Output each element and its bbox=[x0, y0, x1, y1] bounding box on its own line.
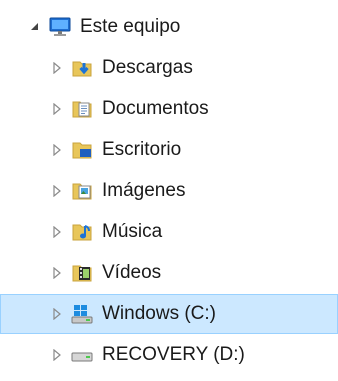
tree-item-recovery-d[interactable]: RECOVERY (D:) bbox=[0, 335, 338, 375]
tree-item-escritorio[interactable]: Escritorio bbox=[0, 130, 338, 170]
collapsed-arrow-icon[interactable] bbox=[50, 266, 64, 280]
tree-item-videos[interactable]: Vídeos bbox=[0, 253, 338, 293]
collapsed-arrow-icon[interactable] bbox=[50, 225, 64, 239]
collapsed-arrow-icon[interactable] bbox=[50, 348, 64, 362]
tree-item-windows-c[interactable]: Windows (C:) bbox=[0, 294, 338, 334]
tree-item-label: Imágenes bbox=[102, 180, 186, 201]
pictures-folder-icon bbox=[70, 179, 94, 203]
collapsed-arrow-icon[interactable] bbox=[50, 307, 64, 321]
desktop-folder-icon bbox=[70, 138, 94, 162]
tree-item-musica[interactable]: Música bbox=[0, 212, 338, 252]
videos-folder-icon bbox=[70, 261, 94, 285]
tree-item-imagenes[interactable]: Imágenes bbox=[0, 171, 338, 211]
collapsed-arrow-icon[interactable] bbox=[50, 143, 64, 157]
tree-item-label: Documentos bbox=[102, 98, 209, 119]
tree-item-label: Vídeos bbox=[102, 262, 162, 283]
collapsed-arrow-icon[interactable] bbox=[50, 184, 64, 198]
tree-item-label: Windows (C:) bbox=[102, 303, 217, 324]
downloads-folder-icon bbox=[70, 56, 94, 80]
collapsed-arrow-icon[interactable] bbox=[50, 102, 64, 116]
drive-icon bbox=[70, 343, 94, 367]
tree-item-descargas[interactable]: Descargas bbox=[0, 48, 338, 88]
system-drive-icon bbox=[70, 302, 94, 326]
tree-item-label: Descargas bbox=[102, 57, 193, 78]
tree-item-documentos[interactable]: Documentos bbox=[0, 89, 338, 129]
tree-item-label: RECOVERY (D:) bbox=[102, 344, 245, 365]
tree-item-label: Música bbox=[102, 221, 163, 242]
documents-folder-icon bbox=[70, 97, 94, 121]
expanded-arrow-icon[interactable] bbox=[28, 20, 42, 34]
computer-icon bbox=[48, 15, 72, 39]
tree-item-label: Escritorio bbox=[102, 139, 182, 160]
music-folder-icon bbox=[70, 220, 94, 244]
collapsed-arrow-icon[interactable] bbox=[50, 61, 64, 75]
tree-item-este-equipo[interactable]: Este equipo bbox=[0, 7, 338, 47]
tree-item-label: Este equipo bbox=[80, 16, 181, 37]
